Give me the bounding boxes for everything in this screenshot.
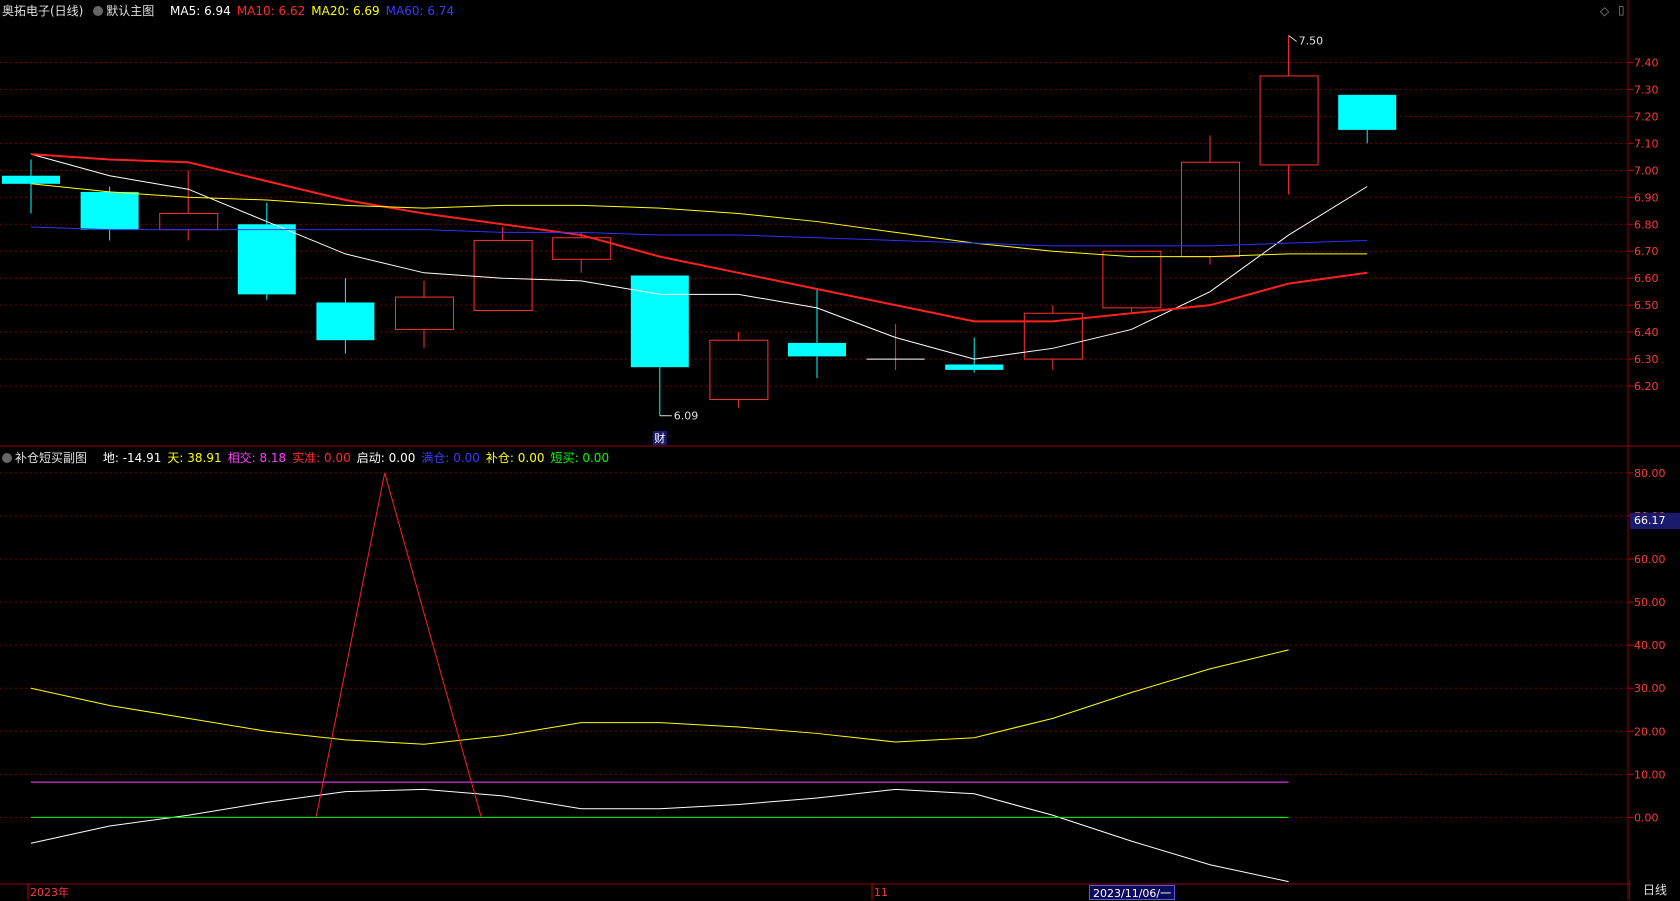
candle-up (395, 296, 454, 330)
expand-icon[interactable]: ▯ (1618, 3, 1625, 17)
candle-down (788, 342, 846, 357)
sub-dropdown[interactable]: 补仓短买副图 (2, 451, 97, 465)
stock-title[interactable]: 奥拓电子(日线) (2, 4, 83, 18)
sub-y-tick-label: 10.00 (1634, 768, 1666, 781)
max-marker-arrow (1288, 35, 1297, 42)
ma-label-1: MA10: 6.62 (236, 4, 306, 18)
indicator-legend: 地: -14.91 天: 38.91 相交: 8.18 实准: 0.00 启动: 0.0… (103, 451, 615, 465)
candle-down (630, 275, 689, 368)
indicator-label-6: 补仓: 0.00 (485, 451, 545, 465)
candle-down (80, 191, 139, 230)
sub-panel-header: 补仓短买副图 地: -14.91 天: 38.91 相交: 8.18 实准: 0.00… (2, 451, 621, 465)
sub-y-tick-label: 0.00 (1634, 811, 1659, 824)
diamond-icon[interactable]: ◇ (1600, 4, 1609, 18)
template-dropdown[interactable]: 默认主图 (93, 4, 164, 18)
main-y-tick-label: 6.30 (1634, 353, 1659, 366)
indicator-label-5: 满仓: 0.00 (421, 451, 480, 465)
main-y-tick-label: 6.50 (1634, 299, 1659, 312)
time-label-month: 11 (874, 886, 888, 899)
indicator-label-1: 天: 38.91 (167, 451, 222, 465)
ma-line-ma10 (30, 153, 1368, 323)
ma-label-2: MA20: 6.69 (311, 4, 380, 18)
template-label: 默认主图 (106, 4, 155, 18)
main-y-tick-label: 6.80 (1634, 218, 1659, 231)
main-y-tick-label: 7.00 (1634, 164, 1659, 177)
candle-up (1181, 161, 1240, 258)
ma-label-3: MA60: 6.74 (385, 4, 455, 18)
dropdown-icon[interactable] (93, 6, 104, 16)
main-y-tick-label: 7.10 (1634, 137, 1659, 150)
ma-label-0: MA5: 6.94 (170, 4, 231, 18)
candle-up (709, 339, 769, 401)
main-y-tick-label: 7.30 (1634, 83, 1659, 96)
sub-y-tick-label: 40.00 (1634, 639, 1666, 652)
max-price-label: 7.50 (1299, 34, 1324, 47)
main-y-tick-label: 6.90 (1634, 191, 1659, 204)
main-y-tick-label: 7.20 (1634, 110, 1659, 123)
chart-canvas[interactable]: 7.40 7.30 7.20 7.10 7.00 6.90 6.80 6.70 6.60 6.50… (0, 0, 1680, 900)
dropdown-icon[interactable] (2, 453, 12, 463)
sub-y-tick-label: 20.00 (1634, 725, 1666, 738)
indicator-line (30, 649, 1289, 745)
candle-up (473, 239, 533, 312)
ma-line-ma60 (30, 226, 1368, 247)
cursor-date-label: 2023/11/06/一 (1089, 885, 1176, 900)
indicator-label-0: 地: -14.91 (102, 451, 162, 465)
current-value-badge: 66.17 (1630, 513, 1680, 529)
sub-y-tick-label: 80.00 (1634, 467, 1666, 480)
main-y-tick-label: 7.40 (1634, 56, 1659, 69)
candle-down (237, 224, 296, 295)
candle-down (316, 302, 375, 341)
time-label-year: 2023年 (30, 885, 69, 899)
sub-panel-title: 补仓短买副图 (15, 451, 88, 465)
main-panel-header: 奥拓电子(日线) 默认主图 MA5: 6.94 MA10: 6.62 MA20: 6… (2, 4, 466, 18)
candle-down (1338, 94, 1397, 130)
indicator-line (30, 788, 1289, 883)
main-y-tick-label: 6.20 (1634, 380, 1659, 393)
sub-y-tick-label: 30.00 (1634, 682, 1666, 695)
period-button[interactable]: 日线 (1629, 880, 1680, 900)
main-y-tick-label: 6.40 (1634, 326, 1659, 339)
min-price-label: 6.09 (674, 410, 699, 423)
main-y-tick-label: 6.60 (1634, 272, 1659, 285)
candle-up (159, 212, 219, 231)
candle-down (2, 175, 60, 184)
sub-y-tick-label: 50.00 (1634, 596, 1666, 609)
indicator-label-2: 相交: 8.18 (227, 451, 287, 465)
main-y-tick-label: 6.70 (1634, 245, 1659, 258)
candle-up (1259, 75, 1319, 166)
sub-y-tick-label: 60.00 (1634, 553, 1666, 566)
ma-legend: MA5: 6.94 MA10: 6.62 MA20: 6.69 MA60: 6.74 (170, 4, 460, 18)
indicator-label-3: 实准: 0.00 (292, 451, 351, 465)
event-marker-label: 财 (654, 431, 665, 445)
indicator-label-4: 启动: 0.00 (356, 451, 416, 465)
candle-up (1102, 250, 1162, 309)
candle-down (945, 364, 1004, 370)
indicator-label-7: 短买: 0.00 (550, 451, 610, 465)
